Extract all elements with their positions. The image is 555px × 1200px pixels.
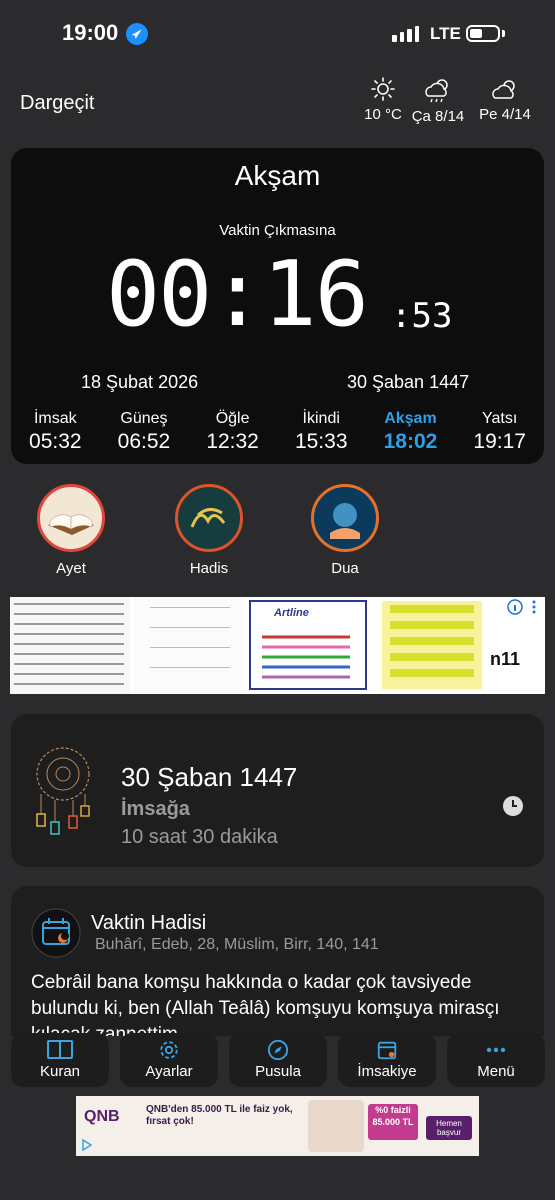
sun-icon: [371, 77, 395, 101]
weather-thu[interactable]: Pe 4/14: [470, 76, 540, 123]
prayer-time-gunes: Güneş 06:52: [118, 410, 171, 454]
praying-hands-icon: [311, 484, 379, 552]
gregorian-date: 18 Şubat 2026: [81, 372, 199, 392]
prayer-time-yatsi: Yatsı 19:17: [473, 410, 526, 454]
prayer-times-row: İmsak 05:32 Güneş 06:52 Öğle 12:32 İkind…: [11, 410, 544, 454]
weather-wed-label: Ça 8/14: [411, 108, 465, 125]
prayer-time-value: 05:32: [29, 430, 82, 453]
prayer-time-value: 06:52: [117, 430, 171, 453]
bottom-ad-rate: %0 faizli 85.000 TL: [368, 1104, 418, 1140]
battery-icon: [466, 25, 500, 42]
nav-menu[interactable]: Menü: [447, 1033, 545, 1087]
ad-banner[interactable]: Artline n11: [10, 597, 545, 694]
ayet-label: Ayet: [56, 560, 86, 577]
nav-imsakiye[interactable]: İmsakiye: [338, 1033, 436, 1087]
network-type: LTE: [430, 24, 461, 43]
ayet-shortcut[interactable]: [37, 484, 105, 552]
prayer-time-value: 18:02: [383, 430, 438, 453]
calendar-moon-icon: [31, 908, 81, 958]
hadith-text: Cebrâil bana komşu hakkında o kadar çok …: [31, 972, 500, 1036]
hadith-card[interactable]: Vaktin Hadisi Buhârî, Edeb, 28, Müslim, …: [11, 886, 544, 1036]
bottom-ad-headline: QNB'den 85.000 TL ile faiz yok, fırsat ç…: [146, 1104, 293, 1127]
ad-choices-icon[interactable]: [80, 1138, 94, 1152]
nav-ayarlar-label: Ayarlar: [145, 1063, 193, 1080]
prayer-time-ikindi: İkindi 15:33: [295, 410, 348, 454]
prayer-time-name: Öğle: [215, 410, 250, 427]
nav-menu-label: Menü: [477, 1063, 515, 1080]
nav-pusula-label: Pusula: [255, 1063, 301, 1080]
battery-tip: [502, 30, 505, 37]
bottom-ad-photo: [308, 1100, 364, 1152]
rain-cloud-icon: [425, 79, 448, 103]
next-imsak-card[interactable]: 30 Şaban 1447 İmsağa 10 saat 30 dakika: [11, 714, 544, 867]
prayer-time-name: Akşam: [384, 410, 437, 427]
countdown-timer: 00:16: [106, 242, 369, 347]
signal-icon: [392, 26, 419, 42]
hadith-title: Vaktin Hadisi: [91, 912, 207, 934]
ad-brand-artline: Artline: [274, 607, 309, 619]
bottom-ad-cta[interactable]: Hemen başvur: [426, 1116, 472, 1140]
book-icon: [47, 1040, 73, 1059]
dua-label: Dua: [331, 560, 359, 577]
bottom-ad-banner[interactable]: QNB QNB'den 85.000 TL ile faiz yok, fırs…: [76, 1096, 479, 1156]
lantern-decor-icon: [36, 747, 90, 835]
ad-brand-n11: n11: [490, 649, 521, 669]
dua-shortcut[interactable]: [311, 484, 379, 552]
nav-kuran-label: Kuran: [39, 1063, 81, 1080]
prayer-time-value: 19:17: [473, 430, 526, 453]
bottom-ad-brand: QNB: [84, 1108, 120, 1125]
quran-book-icon: [37, 484, 105, 552]
prayer-time-ogle: Öğle 12:32: [206, 410, 259, 454]
hijri-card-target: İmsağa: [121, 798, 190, 820]
hijri-card-date: 30 Şaban 1447: [121, 762, 298, 792]
prayer-time-name: İmsak: [33, 410, 77, 427]
hijri-date: 30 Şaban 1447: [347, 372, 470, 392]
nav-pusula[interactable]: Pusula: [229, 1033, 327, 1087]
current-prayer-name: Akşam: [234, 160, 321, 191]
countdown-seconds: :53: [391, 296, 453, 336]
hadith-source: Buhârî, Edeb, 28, Müslim, Birr, 140, 141: [95, 936, 379, 953]
status-time: 19:00: [62, 20, 119, 45]
prayer-time-name: İkindi: [302, 410, 340, 427]
gear-icon: [160, 1041, 178, 1059]
prayer-time-card: Akşam Vaktin Çıkmasına 00:16 :53 18 Şuba…: [11, 148, 544, 464]
compass-icon: [267, 1039, 289, 1061]
nav-ayarlar[interactable]: Ayarlar: [120, 1033, 218, 1087]
prayer-time-value: 12:32: [206, 430, 259, 453]
hadis-label: Hadis: [189, 560, 229, 577]
nav-imsakiye-label: İmsakiye: [357, 1063, 417, 1080]
city-name[interactable]: Dargeçit: [20, 92, 94, 115]
prayer-time-imsak: İmsak 05:32: [29, 410, 82, 454]
prayer-time-name: Güneş: [120, 410, 168, 427]
calendar-icon: [377, 1041, 397, 1060]
calligraphy-icon: [175, 484, 243, 552]
prayer-time-name: Yatsı: [482, 410, 518, 427]
hadis-shortcut[interactable]: [175, 484, 243, 552]
more-icon: [486, 1047, 506, 1053]
nav-kuran[interactable]: Kuran: [11, 1033, 109, 1087]
hijri-card-remaining: 10 saat 30 dakika: [121, 826, 278, 848]
location-arrow-icon: [126, 23, 148, 45]
prayer-time-aksam: Akşam 18:02: [384, 410, 438, 454]
weather-wed[interactable]: Ça 8/14: [403, 76, 473, 125]
weather-today-label: 10 °C: [364, 106, 402, 123]
remaining-label: Vaktin Çıkmasına: [219, 222, 336, 239]
alarm-clock-icon[interactable]: [501, 794, 525, 818]
weather-thu-label: Pe 4/14: [479, 106, 531, 123]
partly-cloudy-icon: [492, 80, 515, 99]
prayer-time-value: 15:33: [294, 430, 348, 453]
